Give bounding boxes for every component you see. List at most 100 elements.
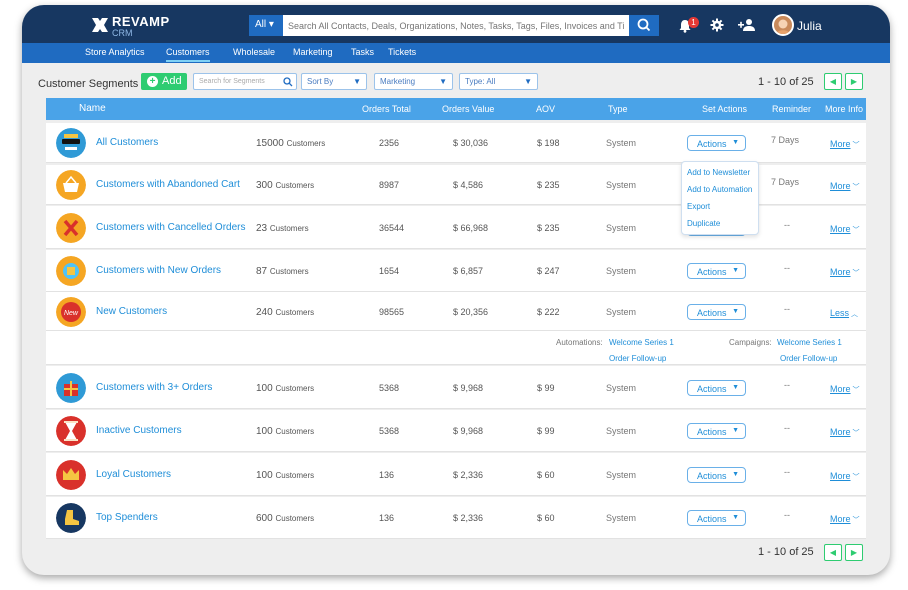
actions-button[interactable]: Actions▼ xyxy=(687,263,746,279)
gear-icon[interactable] xyxy=(710,18,724,32)
table-row[interactable]: Top Spenders 600 Customers 136 $ 2,336 $ 60 S… xyxy=(46,497,866,539)
actions-menu: Add to Newsletter Add to Automation Expo… xyxy=(681,161,759,235)
orders-value: $ 4,586 xyxy=(453,180,484,190)
segment-name[interactable]: New Customers xyxy=(96,306,167,317)
nav-marketing[interactable]: Marketing xyxy=(293,47,333,57)
automation-link[interactable]: Welcome Series 1 xyxy=(609,338,674,347)
nav-wholesale[interactable]: Wholesale xyxy=(233,47,275,57)
nav-tickets[interactable]: Tickets xyxy=(388,47,416,57)
customer-count: 600 Customers xyxy=(256,513,315,524)
prev-page-button-top[interactable]: ◀ xyxy=(824,73,842,90)
actions-button[interactable]: Actions▼ xyxy=(687,304,746,320)
actions-button[interactable]: Actions▼ xyxy=(687,423,746,439)
actions-button[interactable]: Actions▼ xyxy=(687,467,746,483)
segment-name[interactable]: Customers with 3+ Orders xyxy=(96,382,212,393)
orders-total: 1654 xyxy=(379,266,400,276)
orders-value: $ 9,968 xyxy=(453,426,484,436)
segment-name[interactable]: Customers with Cancelled Orders xyxy=(96,222,246,233)
table-row[interactable]: Loyal Customers 100 Customers 136 $ 2,336 $ … xyxy=(46,453,866,496)
menu-add-to-automation[interactable]: Add to Automation xyxy=(687,185,752,194)
more-info-link[interactable]: More ﹀ xyxy=(830,514,860,525)
search-icon xyxy=(637,18,651,32)
next-page-button-top[interactable]: ▶ xyxy=(845,73,863,90)
segment-name[interactable]: Inactive Customers xyxy=(96,425,182,436)
brand-name: REVAMP xyxy=(112,14,170,29)
segment-search-input[interactable]: Search for Segments xyxy=(193,73,297,90)
col-name[interactable]: Name xyxy=(79,103,106,114)
table-row[interactable]: Customers with 3+ Orders 100 Customers 536… xyxy=(46,366,866,409)
actions-button[interactable]: Actions▼ xyxy=(687,135,746,151)
col-type[interactable]: Type xyxy=(608,104,628,114)
menu-add-to-newsletter[interactable]: Add to Newsletter xyxy=(687,168,750,177)
nav-store-analytics[interactable]: Store Analytics xyxy=(85,47,145,57)
segment-name[interactable]: Customers with Abandoned Cart xyxy=(96,179,240,190)
search-input[interactable] xyxy=(283,15,629,36)
orders-value: $ 9,968 xyxy=(453,383,484,393)
col-aov[interactable]: AOV xyxy=(536,104,555,114)
more-info-link[interactable]: More ﹀ xyxy=(830,427,860,438)
customer-count: 300 Customers xyxy=(256,180,315,191)
segment-name[interactable]: Customers with New Orders xyxy=(96,265,221,276)
campaign-link[interactable]: Order Follow-up xyxy=(780,354,837,363)
hourglass-icon xyxy=(56,416,86,446)
more-info-link[interactable]: More ﹀ xyxy=(830,471,860,482)
menu-export[interactable]: Export xyxy=(687,202,710,211)
aov: $ 247 xyxy=(537,266,560,276)
avatar[interactable] xyxy=(772,14,794,36)
reminder-value: -- xyxy=(784,220,790,230)
actions-button[interactable]: Actions▼ xyxy=(687,380,746,396)
boot-icon xyxy=(56,503,86,533)
segment-type: System xyxy=(606,470,637,480)
sunglasses-face-icon xyxy=(56,128,86,158)
more-info-link[interactable]: More ﹀ xyxy=(830,224,860,235)
top-bar: REVAMP CRM All ▾ 1 xyxy=(22,5,890,43)
segment-name[interactable]: Top Spenders xyxy=(96,512,158,523)
segment-name[interactable]: All Customers xyxy=(96,137,158,148)
table-row[interactable]: All Customers 15000 Customers 2356 $ 30,036… xyxy=(46,123,866,163)
orders-value: $ 6,857 xyxy=(453,266,484,276)
col-orders-total[interactable]: Orders Total xyxy=(362,104,411,114)
col-orders-value[interactable]: Orders Value xyxy=(442,104,494,114)
add-user-icon[interactable] xyxy=(738,18,756,32)
segment-details-new-customers: Automations: Welcome Series 1 Order Foll… xyxy=(46,331,866,365)
customer-count: 15000 Customers xyxy=(256,138,326,149)
table-row[interactable]: New New Customers 240 Customers 98565 $ 20,3… xyxy=(46,292,866,331)
segment-type: System xyxy=(606,383,637,393)
nav-customers[interactable]: Customers xyxy=(166,47,210,62)
more-info-link[interactable]: More ﹀ xyxy=(830,139,860,150)
user-name[interactable]: Julia xyxy=(797,19,822,33)
search-scope-select[interactable]: All ▾ xyxy=(249,15,283,36)
prev-page-button-bottom[interactable]: ◀ xyxy=(824,544,842,561)
category-dropdown[interactable]: Marketing ▼ xyxy=(374,73,453,90)
next-page-button-bottom[interactable]: ▶ xyxy=(845,544,863,561)
search-button[interactable] xyxy=(629,15,659,36)
add-segment-button[interactable]: + Add xyxy=(141,73,187,90)
col-more-info: More Info xyxy=(825,104,864,114)
menu-duplicate[interactable]: Duplicate xyxy=(687,219,720,228)
more-info-link[interactable]: More ﹀ xyxy=(830,267,860,278)
campaigns-label: Campaigns: xyxy=(729,338,772,347)
more-info-link[interactable]: Less ︿ xyxy=(830,308,858,319)
reminder-value: -- xyxy=(784,380,790,390)
sort-by-dropdown[interactable]: Sort By ▼ xyxy=(301,73,367,90)
table-row[interactable]: Inactive Customers 100 Customers 5368 $ 9,9… xyxy=(46,410,866,452)
segment-name[interactable]: Loyal Customers xyxy=(96,469,171,480)
chevron-icon: ﹀ xyxy=(852,270,860,277)
orders-value: $ 2,336 xyxy=(453,513,484,523)
segment-type: System xyxy=(606,266,637,276)
customer-count: 240 Customers xyxy=(256,307,315,318)
segment-type: System xyxy=(606,307,637,317)
more-info-link[interactable]: More ﹀ xyxy=(830,181,860,192)
chevron-down-icon: ▼ xyxy=(732,514,739,521)
campaign-link[interactable]: Welcome Series 1 xyxy=(777,338,842,347)
aov: $ 99 xyxy=(537,383,555,393)
automations-label: Automations: xyxy=(556,338,603,347)
chevron-down-icon: ▼ xyxy=(439,77,447,86)
nav-tasks[interactable]: Tasks xyxy=(351,47,374,57)
actions-button[interactable]: Actions▼ xyxy=(687,510,746,526)
automation-link[interactable]: Order Follow-up xyxy=(609,354,666,363)
type-filter-dropdown[interactable]: Type: All ▼ xyxy=(459,73,538,90)
more-info-link[interactable]: More ﹀ xyxy=(830,384,860,395)
orders-total: 136 xyxy=(379,470,395,480)
table-row[interactable]: Customers with New Orders 87 Customers 165… xyxy=(46,250,866,292)
